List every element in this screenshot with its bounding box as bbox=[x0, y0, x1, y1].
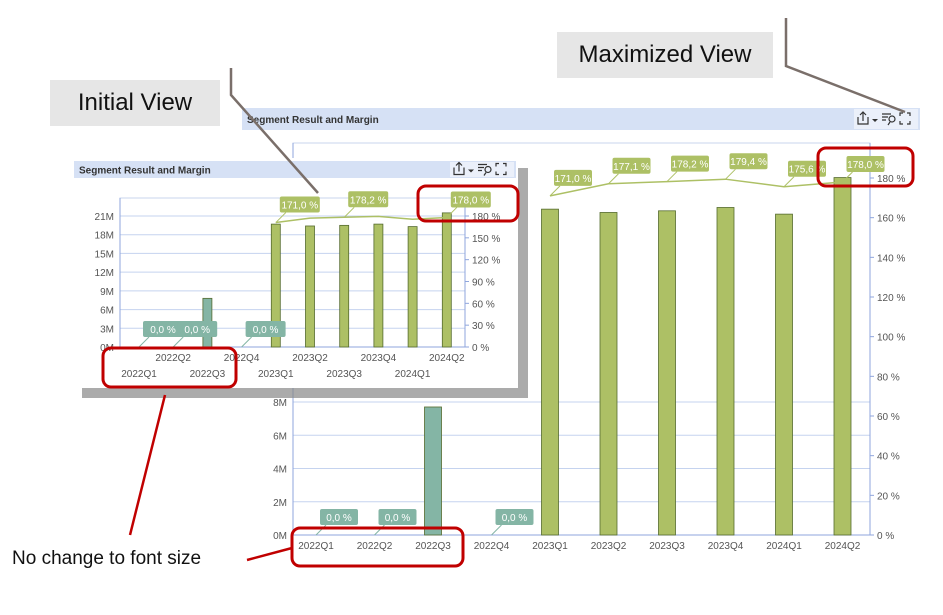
panel-title: Segment Result and Margin bbox=[79, 166, 211, 177]
right-tick-label: 40 % bbox=[877, 452, 900, 463]
left-tick-label: 21M bbox=[95, 212, 114, 223]
chart-stage: Segment Result and Margin 0M 2M 4M 6M 8M 0 % 20… bbox=[72, 18, 920, 568]
x-tick-label: 2022Q3 bbox=[190, 369, 226, 380]
margin-label-text: 178,2 % bbox=[672, 160, 709, 171]
margin-label-text: 179,4 % bbox=[730, 157, 767, 168]
x-tick-label: 2024Q2 bbox=[429, 353, 465, 364]
right-tick-label: 60 % bbox=[472, 299, 495, 310]
x-tick-label: 2022Q2 bbox=[155, 353, 191, 364]
left-tick-label: 3M bbox=[100, 324, 114, 335]
margin-label-text: 178,2 % bbox=[350, 195, 387, 206]
right-tick-label: 30 % bbox=[472, 321, 495, 332]
left-tick-label: 6M bbox=[273, 431, 287, 442]
left-tick-label: 15M bbox=[95, 249, 114, 260]
x-tick-label: 2024Q1 bbox=[766, 541, 802, 552]
right-tick-label: 160 % bbox=[877, 214, 905, 225]
bar-2023Q3[interactable] bbox=[339, 224, 350, 348]
bar-2023Q4[interactable] bbox=[716, 207, 735, 536]
x-tick-label: 2024Q2 bbox=[825, 541, 861, 552]
right-tick-label: 150 % bbox=[472, 234, 500, 245]
bar-2024Q2[interactable] bbox=[833, 177, 852, 536]
left-tick-label: 0M bbox=[273, 531, 287, 542]
x-tick-label: 2022Q2 bbox=[357, 541, 393, 552]
margin-label-text: 178,0 % bbox=[847, 160, 884, 171]
margin-label-text: 0,0 % bbox=[326, 513, 352, 524]
x-tick-label: 2022Q4 bbox=[474, 541, 510, 552]
right-tick-label: 80 % bbox=[877, 372, 900, 383]
margin-line bbox=[549, 178, 843, 197]
x-tick-label: 2022Q1 bbox=[298, 541, 334, 552]
left-tick-label: 2M bbox=[273, 498, 287, 509]
margin-label-text: 0,0 % bbox=[385, 513, 411, 524]
x-tick-label: 2024Q1 bbox=[395, 369, 431, 380]
right-tick-label: 20 % bbox=[877, 491, 900, 502]
bar-2022Q3[interactable] bbox=[424, 406, 442, 536]
initial-chart-panel: Segment Result and Margin0M3M6M9M12M15M1… bbox=[72, 158, 528, 398]
x-tick-label: 2022Q3 bbox=[415, 541, 451, 552]
bar-2024Q2[interactable] bbox=[441, 212, 452, 348]
margin-label-text: 0,0 % bbox=[253, 325, 279, 336]
right-tick-label: 140 % bbox=[877, 253, 905, 264]
right-tick-label: 90 % bbox=[472, 278, 495, 289]
x-tick-label: 2022Q1 bbox=[121, 369, 157, 380]
bar-2023Q1[interactable] bbox=[541, 208, 559, 536]
margin-label-text: 178,0 % bbox=[452, 195, 489, 206]
x-tick-label: 2023Q2 bbox=[292, 353, 328, 364]
note-pointer-line bbox=[246, 546, 293, 562]
x-tick-label: 2023Q4 bbox=[708, 541, 744, 552]
right-tick-label: 100 % bbox=[877, 333, 905, 344]
note-pointer-line bbox=[128, 394, 167, 536]
x-tick-label: 2023Q2 bbox=[591, 541, 627, 552]
margin-label-text: 177,1 % bbox=[613, 162, 650, 173]
right-tick-label: 120 % bbox=[472, 256, 500, 267]
margin-label-text: 175,6 % bbox=[789, 165, 826, 176]
right-tick-label: 0 % bbox=[472, 343, 489, 354]
bar-2023Q4[interactable] bbox=[373, 223, 384, 348]
bar-2023Q2[interactable] bbox=[305, 225, 315, 348]
right-tick-label: 0 % bbox=[877, 531, 894, 542]
x-tick-label: 2022Q4 bbox=[224, 353, 260, 364]
margin-label-text: 0,0 % bbox=[150, 325, 176, 336]
left-tick-label: 12M bbox=[95, 268, 114, 279]
maximized-pointer-line bbox=[784, 18, 906, 114]
x-tick-label: 2023Q4 bbox=[361, 353, 397, 364]
right-tick-label: 60 % bbox=[877, 412, 900, 423]
right-tick-label: 120 % bbox=[877, 293, 905, 304]
x-tick-label: 2023Q3 bbox=[649, 541, 685, 552]
bar-2023Q2[interactable] bbox=[599, 212, 618, 536]
margin-label-text: 171,0 % bbox=[555, 174, 592, 185]
right-tick-label: 180 % bbox=[877, 174, 905, 185]
bar-2023Q3[interactable] bbox=[658, 210, 676, 536]
x-tick-label: 2023Q1 bbox=[532, 541, 568, 552]
left-tick-label: 9M bbox=[100, 287, 114, 298]
margin-label-text: 0,0 % bbox=[502, 513, 528, 524]
bar-2024Q1[interactable] bbox=[775, 213, 793, 536]
x-tick-label: 2023Q1 bbox=[258, 369, 294, 380]
bar-2024Q1[interactable] bbox=[407, 226, 418, 348]
x-tick-label: 2023Q3 bbox=[326, 369, 362, 380]
left-tick-label: 8M bbox=[273, 398, 287, 409]
left-tick-label: 18M bbox=[95, 231, 114, 242]
panel-title: Segment Result and Margin bbox=[247, 115, 379, 126]
left-tick-label: 6M bbox=[100, 306, 114, 317]
left-tick-label: 4M bbox=[273, 465, 287, 476]
margin-label-text: 171,0 % bbox=[281, 201, 318, 212]
margin-label-text: 0,0 % bbox=[184, 325, 210, 336]
